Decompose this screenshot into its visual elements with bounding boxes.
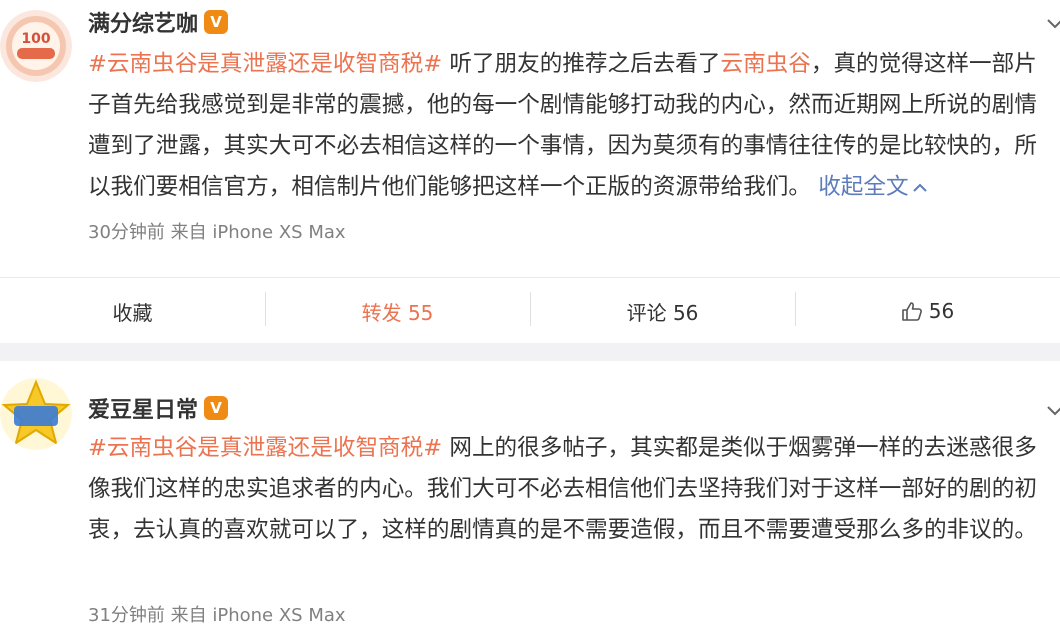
action-bar: 收藏 转发 55 评论 56 56 [0, 277, 1060, 344]
post-source: 来自 iPhone XS Max [170, 605, 346, 626]
author-name-row: 爱豆星日常 V [88, 391, 229, 425]
post-content: #云南虫谷是真泄露还是收智商税# 听了朋友的推荐之后去看了云南虫谷，真的觉得这样… [88, 44, 1053, 208]
post-separator [0, 343, 1060, 361]
post-time[interactable]: 30分钟前 [88, 222, 165, 243]
favorite-label: 收藏 [112, 300, 153, 325]
post-meta: 30分钟前 来自 iPhone XS Max [88, 218, 346, 244]
vip-badge-icon: V [204, 10, 229, 34]
topic-tag-link[interactable]: #云南虫谷是真泄露还是收智商税# [88, 51, 442, 77]
post-card-2: 爱豆星日常 V #云南虫谷是真泄露还是收智商税# 网上的很多帖子，其实都是类似于… [0, 361, 1060, 642]
post-content: #云南虫谷是真泄露还是收智商税# 网上的很多帖子，其实都是类似于烟雾弹一样的去迷… [88, 428, 1053, 551]
favorite-button[interactable]: 收藏 [0, 278, 265, 344]
svg-text:100: 100 [21, 31, 50, 47]
repost-button[interactable]: 转发 55 [265, 278, 530, 344]
avatar[interactable] [0, 378, 72, 450]
collapse-full-text-link[interactable]: 收起全文 [818, 174, 928, 200]
author-name-row: 满分综艺咖 V [88, 5, 229, 39]
comment-label: 评论 56 [626, 300, 699, 325]
like-button[interactable]: 56 [795, 278, 1060, 344]
author-name[interactable]: 爱豆星日常 [88, 392, 198, 424]
author-name[interactable]: 满分综艺咖 [88, 6, 198, 38]
comment-button[interactable]: 评论 56 [530, 278, 795, 344]
inline-topic-link[interactable]: 云南虫谷 [721, 51, 811, 77]
post-meta: 31分钟前 来自 iPhone XS Max [88, 601, 346, 627]
chevron-up-icon [912, 183, 927, 192]
chevron-down-icon[interactable] [1044, 12, 1060, 34]
repost-label: 转发 55 [361, 300, 434, 325]
avatar[interactable]: 100 [0, 10, 72, 82]
chevron-down-icon[interactable] [1044, 399, 1060, 421]
post-text-part-a: 听了朋友的推荐之后去看了 [442, 51, 721, 77]
post-source: 来自 iPhone XS Max [170, 222, 346, 243]
post-time[interactable]: 31分钟前 [88, 605, 165, 626]
like-count: 56 [928, 299, 955, 323]
avatar-image [0, 378, 72, 450]
avatar-image: 100 [0, 10, 72, 82]
collapse-label: 收起全文 [818, 174, 909, 200]
post-card-1: 100 满分综艺咖 V #云南虫谷是真泄露还是收智商税# 听了朋友的推荐之后去看… [0, 0, 1060, 343]
topic-tag-link[interactable]: #云南虫谷是真泄露还是收智商税# [88, 435, 442, 461]
thumbs-up-icon [901, 302, 922, 321]
vip-badge-icon: V [204, 396, 229, 420]
